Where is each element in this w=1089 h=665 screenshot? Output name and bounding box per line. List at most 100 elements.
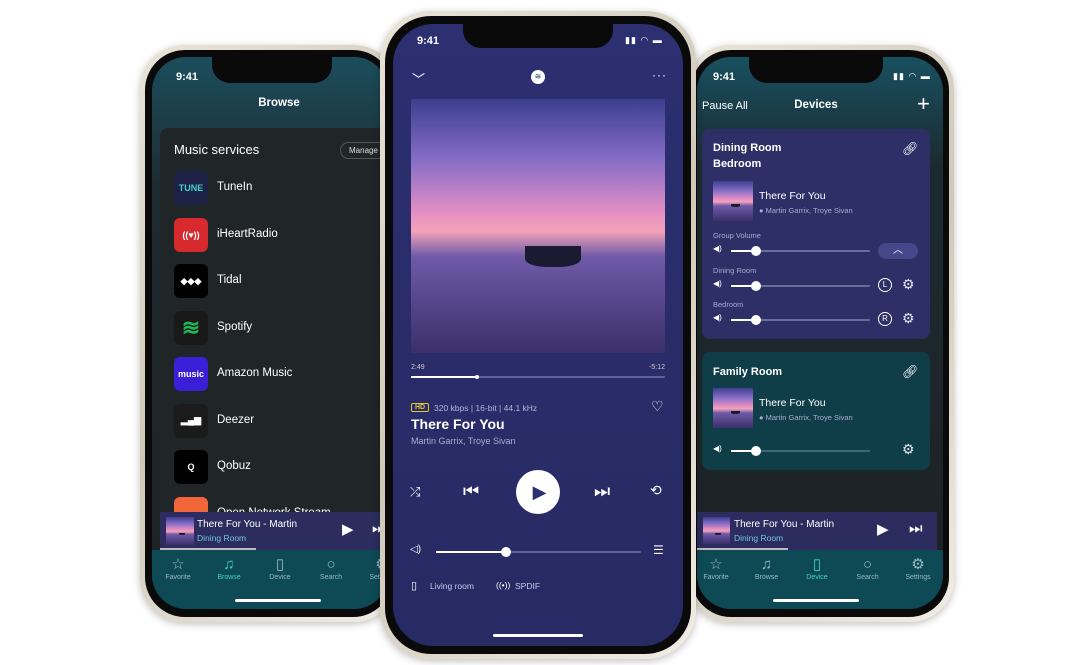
channel-badge[interactable]: L	[878, 278, 892, 292]
tab-device[interactable]: ▯ Device	[255, 556, 305, 581]
star-icon: ☆	[709, 556, 723, 573]
track-title: There For You	[759, 190, 826, 202]
link-icon[interactable]: 🔗︎	[902, 364, 919, 380]
tab-browse[interactable]: ♫ Browse	[204, 556, 254, 581]
speaker-icon: ◀)	[713, 279, 722, 288]
tunein-logo: TUNE	[174, 171, 208, 205]
tab-label: Favorite	[703, 574, 729, 581]
play-icon[interactable]: ▶	[342, 520, 354, 538]
mini-title: There For You - Martin	[197, 519, 298, 530]
artist: ● Martin Garrix, Troye Sivan	[759, 413, 853, 422]
tab-label: Browse	[754, 574, 779, 581]
album-art	[166, 517, 194, 545]
artist-text: Martin Garrix, Troye Sivan	[765, 206, 853, 215]
tab-label: Device	[269, 574, 291, 581]
repeat-icon[interactable]: ⟲	[650, 482, 662, 499]
service-item[interactable]: ≋ Spotify	[152, 310, 388, 347]
output-label[interactable]: SPDIF	[515, 581, 540, 591]
group-volume-label: Group Volume	[713, 231, 761, 240]
next-icon[interactable]: ⏭	[909, 520, 923, 537]
collapse-button[interactable]: ︿	[878, 243, 918, 259]
service-name: Tidal	[217, 274, 242, 286]
chevron-down-icon[interactable]: ﹀	[412, 69, 425, 88]
play-icon[interactable]: ▶	[877, 520, 889, 538]
service-item[interactable]: music Amazon Music	[152, 357, 388, 393]
hd-badge: HD	[411, 403, 430, 412]
tab-browse[interactable]: ♫ Browse	[742, 556, 792, 581]
mini-title: There For You - Martin	[734, 519, 835, 530]
service-item[interactable]: TUNE TuneIn	[152, 171, 388, 207]
tab-favorite[interactable]: ☆ Favorite	[697, 556, 741, 581]
service-name: Deezer	[217, 413, 255, 426]
heart-icon[interactable]: ♡	[651, 398, 664, 415]
music-note-icon: ♫	[223, 556, 235, 573]
gear-icon: ⚙	[911, 556, 925, 573]
bedroom-volume-slider[interactable]	[731, 315, 870, 325]
service-item[interactable]: ((♥)) iHeartRadio	[152, 217, 388, 254]
track-artist: Martin Garrix, Troye Sivan	[411, 436, 516, 446]
link-icon[interactable]: 🔗︎	[902, 141, 919, 157]
progress-slider[interactable]	[411, 375, 665, 379]
service-name: Spotify	[217, 320, 253, 333]
spotify-logo: ≋	[174, 310, 208, 345]
track-title: There For You	[759, 397, 826, 409]
gear-icon[interactable]: ⚙	[902, 276, 915, 293]
add-icon[interactable]: +	[917, 93, 930, 115]
family-room-card[interactable]: Family Room 🔗︎ There For You ● Martin Ga…	[702, 352, 930, 470]
gear-icon[interactable]: ⚙	[902, 441, 915, 458]
service-name: TuneIn	[217, 181, 253, 193]
tab-settings[interactable]: ⚙Settings	[893, 556, 943, 581]
audio-quality: 320 kbps | 16-bit | 44.1 kHz	[434, 403, 538, 413]
volume-slider[interactable]	[436, 547, 641, 557]
mini-room: Dining Room	[197, 533, 247, 543]
dining-volume-slider[interactable]	[731, 281, 870, 291]
tidal-logo: ◆◆◆	[174, 264, 208, 298]
iheartradio-logo: ((♥))	[174, 217, 208, 252]
gear-icon[interactable]: ⚙	[902, 310, 915, 327]
tab-search[interactable]: ○ Search	[843, 556, 893, 581]
mini-player[interactable]: There For You - Martin Dining Room ▶ ⏭	[697, 512, 937, 550]
search-icon: ○	[862, 556, 873, 573]
status-time: 9:41	[417, 35, 440, 47]
play-button[interactable]: ▶	[516, 470, 560, 514]
mini-room: Dining Room	[734, 533, 784, 543]
group-volume-slider[interactable]	[731, 246, 870, 256]
device-icon: ▯	[275, 556, 285, 573]
queue-icon[interactable]: ☰	[653, 543, 664, 557]
mini-player[interactable]: There For You - Martin Dining Room ▶ ⏭	[160, 512, 388, 550]
room-name: Family Room	[713, 366, 783, 378]
next-icon[interactable]: ⏭	[594, 481, 610, 502]
album-art	[713, 181, 753, 221]
artist-text: Martin Garrix, Troye Sivan	[765, 413, 853, 422]
devices-screen: 9:41 ▮▮ ◠ ▬ Pause All Devices + Dining R…	[697, 57, 943, 609]
service-item[interactable]: ▂▄▆ Deezer	[152, 403, 388, 440]
browse-screen: 9:41 Browse Music services Manage TUNE T…	[152, 57, 388, 609]
channel-badge[interactable]: R	[878, 312, 892, 326]
star-icon: ☆	[171, 556, 185, 573]
service-name: Amazon Music	[217, 367, 293, 379]
service-item[interactable]: ◆◆◆ Tidal	[152, 264, 388, 300]
tab-label: Search	[856, 574, 879, 581]
service-item[interactable]: Q Qobuz	[152, 450, 388, 486]
device-icon: ▯	[411, 580, 418, 592]
volume-icon: ◁)	[410, 544, 422, 555]
more-icon[interactable]: ···	[652, 68, 667, 82]
elapsed-time: 2:49	[411, 364, 425, 371]
tab-favorite[interactable]: ☆ Favorite	[153, 556, 203, 581]
previous-icon[interactable]: ⏮	[463, 481, 479, 502]
tab-search[interactable]: ○ Search	[306, 556, 356, 581]
group-card[interactable]: Dining Room Bedroom 🔗︎ There For You ● M…	[702, 129, 930, 339]
speaker-icon: ◀)	[713, 444, 722, 453]
search-icon: ○	[326, 556, 336, 573]
tab-device[interactable]: ▯ Device	[792, 556, 842, 581]
room-name: Dining Room	[713, 142, 782, 154]
album-art	[411, 99, 665, 353]
device-label[interactable]: Living room	[430, 581, 474, 591]
track-title: There For You	[411, 416, 505, 432]
member-label: Bedroom	[713, 300, 744, 309]
family-volume-slider[interactable]	[731, 446, 870, 456]
signal-wifi-battery-icon: ▮▮ ◠ ▬	[625, 35, 663, 45]
broadcast-icon: ((•))	[496, 580, 511, 590]
shuffle-icon[interactable]: ⤮	[410, 484, 420, 500]
tab-label: Device	[806, 574, 828, 581]
